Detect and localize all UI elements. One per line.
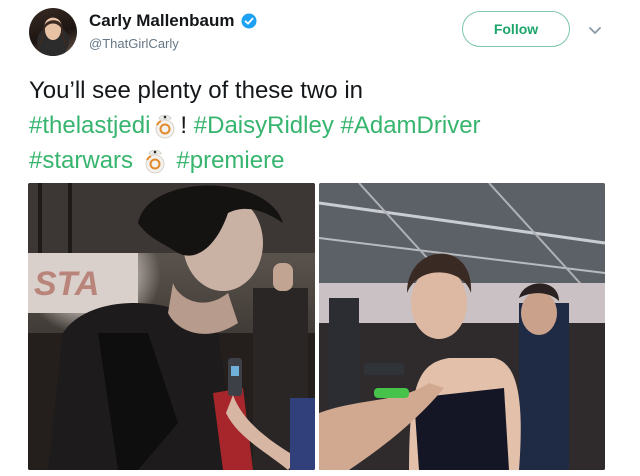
follow-button[interactable]: Follow bbox=[462, 11, 570, 47]
display-name[interactable]: Carly Mallenbaum bbox=[89, 11, 235, 31]
photo-left-scene: STA bbox=[28, 183, 315, 470]
exclamation-text: ! bbox=[180, 112, 188, 139]
chevron-down-icon[interactable] bbox=[587, 22, 603, 38]
avatar-portrait bbox=[39, 20, 67, 56]
avatar[interactable] bbox=[29, 8, 77, 56]
user-name-row: Carly Mallenbaum bbox=[89, 11, 257, 31]
bb8-emoji-icon bbox=[145, 149, 165, 174]
photo-right-scene bbox=[319, 183, 605, 470]
hashtag-daisyridley[interactable]: #DaisyRidley bbox=[194, 112, 334, 139]
tweet-text: You’ll see plenty of these two in #thela… bbox=[29, 73, 619, 178]
verified-badge-icon bbox=[241, 13, 256, 29]
tweet-photo-left[interactable]: STA bbox=[28, 183, 315, 470]
tweet-line-1: You’ll see plenty of these two in bbox=[29, 77, 363, 104]
tweet-line-3: #starwars #premiere bbox=[29, 143, 619, 178]
tweet-line-2: #thelastjedi ! #DaisyRidley #AdamDriver bbox=[29, 108, 619, 143]
hashtag-thelastjedi[interactable]: #thelastjedi bbox=[29, 112, 150, 139]
user-handle[interactable]: @ThatGirlCarly bbox=[89, 36, 179, 51]
hashtag-starwars[interactable]: #starwars bbox=[29, 147, 133, 174]
bb8-emoji-icon bbox=[156, 114, 175, 139]
hashtag-premiere[interactable]: #premiere bbox=[176, 147, 284, 174]
tweet-photo-right[interactable] bbox=[319, 183, 605, 470]
tweet-card: Carly Mallenbaum @ThatGirlCarly Follow Y… bbox=[0, 0, 640, 476]
hashtag-adamdriver[interactable]: #AdamDriver bbox=[341, 112, 481, 139]
backdrop-text: STA bbox=[34, 265, 99, 303]
